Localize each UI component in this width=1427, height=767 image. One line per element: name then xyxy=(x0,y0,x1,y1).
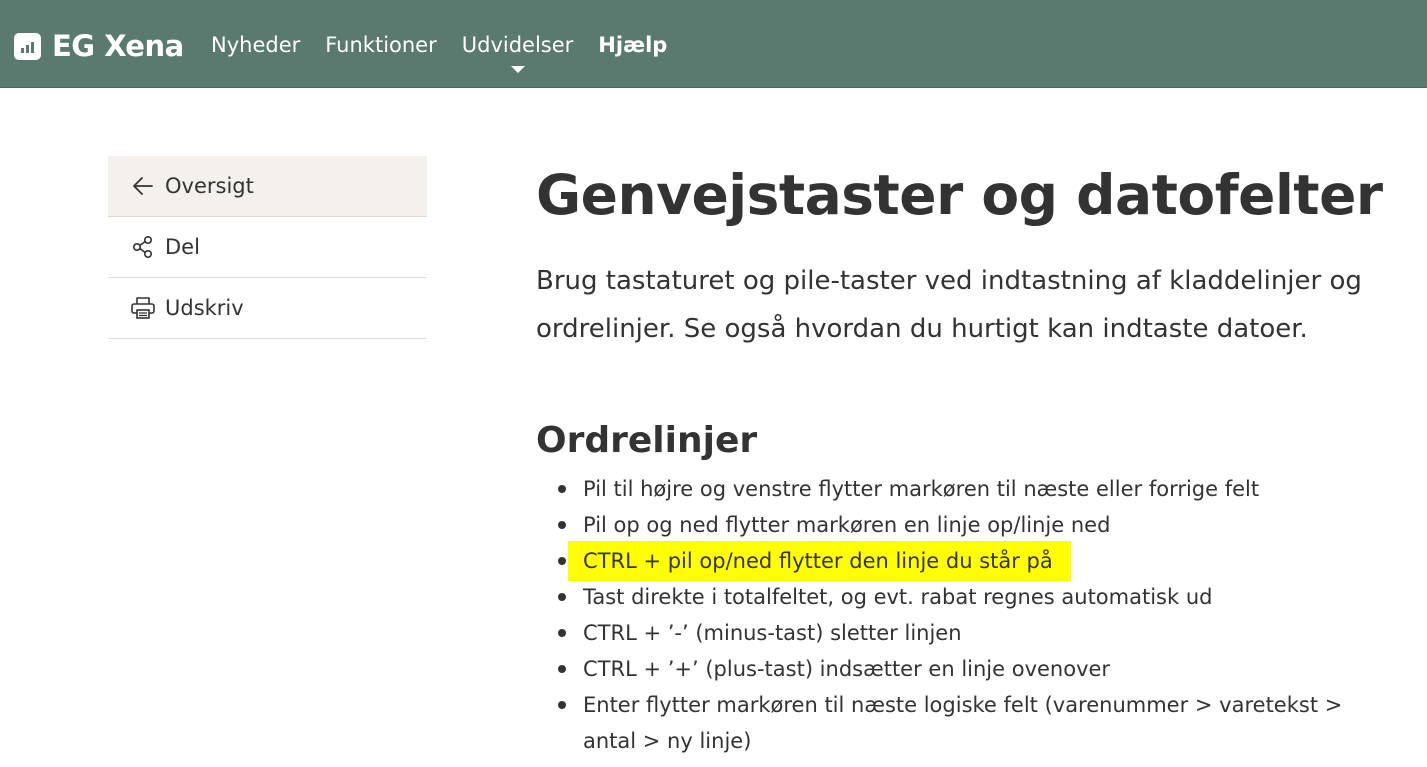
list-item-text: CTRL + ’+’ (plus-tast) indsætter en linj… xyxy=(583,657,1111,681)
logo-bars-icon xyxy=(14,32,41,60)
main-nav: Nyheder Funktioner Udvidelser Hjælp xyxy=(211,33,692,73)
list-item: Pil op og ned flytter markøren en linje … xyxy=(558,507,1396,543)
arrow-left-icon xyxy=(130,173,156,199)
logo-text: EG Xena xyxy=(52,29,184,63)
share-icon xyxy=(130,234,156,260)
sidebar-item-oversigt[interactable]: Oversigt xyxy=(108,156,427,217)
sidebar-item-label: Udskriv xyxy=(165,296,244,320)
sidebar-item-udskriv[interactable]: Udskriv xyxy=(108,278,427,339)
top-navigation-bar: EG Xena Nyheder Funktioner Udvidelser Hj… xyxy=(0,0,1427,88)
section-title: Ordrelinjer xyxy=(536,420,758,461)
list-item: Enter flytter markøren til næste logiske… xyxy=(558,687,1396,759)
printer-icon xyxy=(130,295,156,321)
list-item: Pil til højre og venstre flytter markøre… xyxy=(558,471,1396,507)
list-item: CTRL + ’-’ (minus-tast) sletter linjen xyxy=(558,615,1396,651)
main-content: Genvejstaster og datofelter Brug tastatu… xyxy=(536,155,1396,759)
nav-item-udvidelser-label: Udvidelser xyxy=(461,33,574,57)
shortcut-list: Pil til højre og venstre flytter markøre… xyxy=(536,471,1396,759)
logo[interactable]: EG Xena xyxy=(14,29,184,63)
list-item-text: Enter flytter markøren til næste logiske… xyxy=(583,693,1343,753)
list-item-highlighted: CTRL + pil op/ned flytter den linje du s… xyxy=(558,541,1396,581)
page-title: Genvejstaster og datofelter xyxy=(536,163,1383,227)
sidebar: Oversigt Del Udskriv xyxy=(108,156,427,339)
caret-down-icon xyxy=(510,66,525,73)
sidebar-item-label: Oversigt xyxy=(165,174,254,198)
nav-item-nyheder[interactable]: Nyheder xyxy=(211,33,300,57)
sidebar-item-label: Del xyxy=(165,235,200,259)
list-item: Tast direkte i totalfeltet, og evt. raba… xyxy=(558,579,1396,615)
list-item-text: Tast direkte i totalfeltet, og evt. raba… xyxy=(583,585,1213,609)
nav-item-hjaelp[interactable]: Hjælp xyxy=(598,33,667,57)
lead-paragraph: Brug tastaturet og pile-taster ved indta… xyxy=(536,266,1362,344)
list-item-text: Pil op og ned flytter markøren en linje … xyxy=(583,513,1111,537)
nav-item-udvidelser[interactable]: Udvidelser xyxy=(461,33,574,73)
list-item-text: Pil til højre og venstre flytter markøre… xyxy=(583,477,1260,501)
list-item-text: CTRL + pil op/ned flytter den linje du s… xyxy=(583,549,1053,573)
list-item-text: CTRL + ’-’ (minus-tast) sletter linjen xyxy=(583,621,962,645)
list-item: CTRL + ’+’ (plus-tast) indsætter en linj… xyxy=(558,651,1396,687)
sidebar-item-del[interactable]: Del xyxy=(108,217,427,278)
nav-item-funktioner[interactable]: Funktioner xyxy=(325,33,437,57)
